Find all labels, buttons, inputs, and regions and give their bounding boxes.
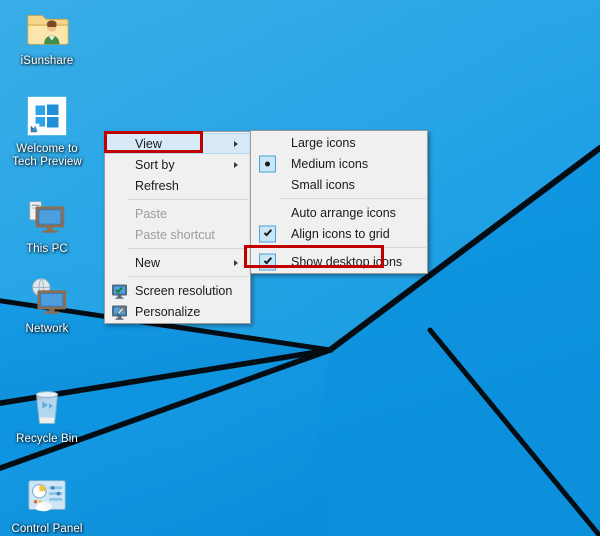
context-menu-item-refresh[interactable]: Refresh	[105, 175, 250, 196]
context-menu-item-label: Paste shortcut	[135, 227, 215, 242]
submenu-item-label: Medium icons	[291, 156, 369, 171]
desktop-icon-network[interactable]: Network	[4, 272, 90, 336]
submenu-item-label: Auto arrange icons	[291, 205, 396, 220]
context-menu-item-label: View	[135, 136, 162, 151]
desktop-context-menu[interactable]: View Sort by Refresh Paste Paste shortcu…	[104, 131, 251, 324]
desktop-icon-label: Welcome to Tech Preview	[12, 143, 82, 168]
menu-separator	[127, 199, 249, 200]
computer-monitor-icon	[23, 192, 71, 240]
monitor-brush-icon	[111, 303, 128, 320]
submenu-item-align-icons-to-grid[interactable]: Align icons to grid	[251, 223, 427, 244]
radio-selected-icon[interactable]	[259, 155, 276, 172]
submenu-item-large-icons[interactable]: Large icons	[251, 132, 427, 153]
context-menu-item-view[interactable]: View	[105, 133, 250, 154]
context-menu-item-personalize[interactable]: Personalize	[105, 301, 250, 322]
context-menu-item-screen-resolution[interactable]: Screen resolution	[105, 280, 250, 301]
context-menu-item-label: Screen resolution	[135, 283, 233, 298]
desktop-icon-label: Control Panel	[11, 523, 83, 535]
checkbox-checked-icon[interactable]	[259, 225, 276, 242]
checkbox-checked-icon[interactable]	[259, 253, 276, 270]
desktop-icon-label: Recycle Bin	[16, 433, 78, 445]
view-submenu[interactable]: Large icons Medium icons Small icons Aut…	[250, 130, 428, 274]
submenu-item-label: Show desktop icons	[291, 254, 403, 269]
desktop-icon-label: This PC	[26, 243, 68, 255]
submenu-item-medium-icons[interactable]: Medium icons	[251, 153, 427, 174]
windows-logo-shortcut-icon	[23, 92, 71, 140]
submenu-item-auto-arrange-icons[interactable]: Auto arrange icons	[251, 202, 427, 223]
desktop-icon-welcome-tech-preview[interactable]: Welcome to Tech Preview	[4, 92, 90, 169]
context-menu-item-new[interactable]: New	[105, 252, 250, 273]
desktop[interactable]: iSunshare Welcome to Tech Preview This P…	[0, 0, 600, 536]
submenu-item-label: Align icons to grid	[291, 226, 390, 241]
chevron-right-icon	[234, 140, 238, 147]
submenu-item-show-desktop-icons[interactable]: Show desktop icons	[251, 251, 427, 272]
desktop-icon-label: iSunshare	[20, 55, 74, 67]
desktop-icon-recycle-bin[interactable]: Recycle Bin	[4, 382, 90, 446]
desktop-icon-this-pc[interactable]: This PC	[4, 192, 90, 256]
context-menu-item-label: Refresh	[135, 178, 179, 193]
recycle-bin-icon	[23, 382, 71, 430]
menu-separator	[281, 198, 426, 199]
context-menu-item-label: Sort by	[135, 157, 175, 172]
submenu-item-label: Small icons	[291, 177, 355, 192]
folder-user-icon	[23, 4, 71, 52]
submenu-item-small-icons[interactable]: Small icons	[251, 174, 427, 195]
desktop-icon-control-panel[interactable]: Control Panel	[4, 472, 90, 536]
context-menu-item-label: Paste	[135, 206, 167, 221]
monitor-check-icon	[111, 282, 128, 299]
context-menu-item-paste: Paste	[105, 203, 250, 224]
menu-separator	[127, 248, 249, 249]
desktop-icon-isunshare[interactable]: iSunshare	[4, 4, 90, 68]
submenu-item-label: Large icons	[291, 135, 356, 150]
control-panel-icon	[23, 472, 71, 520]
context-menu-item-sort-by[interactable]: Sort by	[105, 154, 250, 175]
chevron-right-icon	[234, 161, 238, 168]
context-menu-item-label: Personalize	[135, 304, 201, 319]
context-menu-item-label: New	[135, 255, 161, 270]
context-menu-item-paste-shortcut: Paste shortcut	[105, 224, 250, 245]
network-globe-icon	[23, 272, 71, 320]
chevron-right-icon	[234, 259, 238, 266]
menu-separator	[127, 276, 249, 277]
menu-separator	[281, 247, 426, 248]
desktop-icon-label: Network	[25, 323, 69, 335]
